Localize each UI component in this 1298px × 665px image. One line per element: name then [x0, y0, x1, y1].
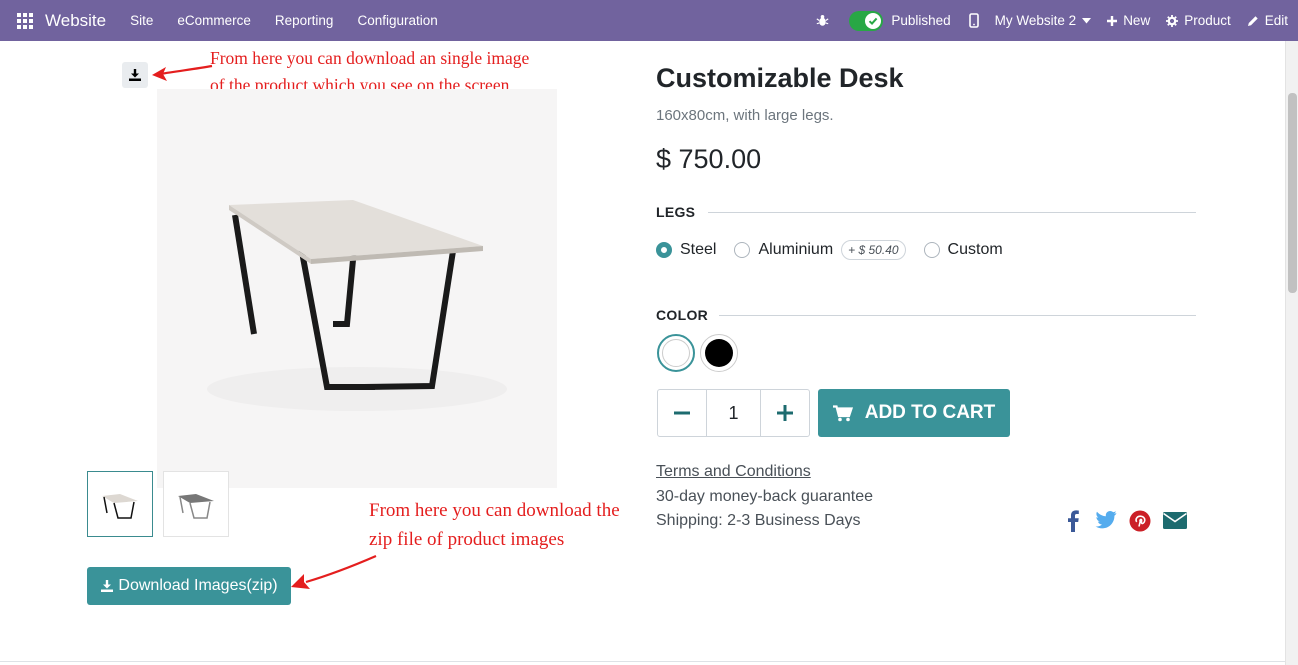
legs-option-label: Steel	[680, 241, 717, 258]
twitter-icon[interactable]	[1095, 510, 1117, 537]
scrollbar-thumb[interactable]	[1288, 93, 1297, 293]
annotation-zip-download: From here you can download the zip file …	[369, 496, 649, 554]
annotation-arrow-zip	[291, 554, 377, 589]
terms-and-conditions-link[interactable]: Terms and Conditions	[656, 463, 811, 481]
download-images-zip-label: Download Images(zip)	[118, 577, 278, 594]
color-divider	[719, 315, 1196, 316]
radio-selected-icon	[656, 242, 672, 258]
caret-down-icon	[1082, 17, 1092, 23]
product-button[interactable]: Product	[1166, 13, 1231, 28]
shipping-text: Shipping: 2-3 Business Days	[656, 512, 861, 529]
menu-configuration[interactable]: Configuration	[357, 13, 437, 28]
pinterest-icon[interactable]	[1129, 510, 1151, 537]
download-icon	[129, 69, 141, 81]
check-icon	[865, 12, 882, 29]
add-to-cart-button[interactable]: ADD TO CART	[818, 389, 1010, 437]
minus-icon	[674, 411, 690, 415]
pencil-icon	[1247, 15, 1258, 26]
legs-option-aluminium[interactable]: Aluminium	[734, 241, 833, 259]
website-selector-label: My Website 2	[994, 13, 1077, 28]
download-single-image-button[interactable]	[122, 62, 148, 88]
download-icon	[101, 580, 114, 592]
published-switch[interactable]	[849, 10, 884, 31]
gear-icon	[1166, 14, 1179, 27]
color-swatch-black[interactable]	[700, 334, 738, 372]
website-selector[interactable]: My Website 2	[995, 13, 1092, 28]
new-button[interactable]: New	[1107, 13, 1150, 28]
product-price: $ 750.00	[656, 144, 762, 174]
annotation-zip-line1: From here you can download the	[369, 500, 620, 521]
aluminium-extra-price-badge: + $ 50.40	[841, 240, 906, 260]
email-icon[interactable]	[1163, 510, 1187, 537]
apps-grid-icon[interactable]	[17, 12, 33, 29]
thumbnail-image-2[interactable]	[163, 471, 229, 537]
product-label: Product	[1184, 13, 1231, 28]
legs-option-label: Aluminium	[758, 241, 834, 258]
edit-button[interactable]: Edit	[1247, 13, 1288, 28]
quantity-stepper: 1	[657, 389, 810, 437]
menu-ecommerce[interactable]: eCommerce	[177, 13, 251, 28]
annotation-single-line1: From here you can download an single ima…	[210, 48, 530, 68]
download-images-zip-button[interactable]: Download Images(zip)	[87, 567, 291, 605]
quantity-input[interactable]: 1	[706, 390, 761, 436]
black-swatch-fill	[705, 339, 733, 367]
share-links	[1068, 510, 1187, 537]
edit-label: Edit	[1264, 13, 1288, 28]
radio-empty-icon	[734, 242, 751, 258]
white-swatch-fill	[662, 339, 690, 367]
color-attribute-label: COLOR	[656, 307, 709, 323]
facebook-icon[interactable]	[1068, 510, 1079, 537]
main-product-image[interactable]	[157, 89, 557, 488]
page-scrollbar[interactable]	[1285, 41, 1298, 665]
thumbnail-image-1[interactable]	[87, 471, 153, 537]
top-navbar: Website Site eCommerce Reporting Configu…	[0, 0, 1298, 41]
annotation-zip-line2: zip file of product images	[369, 529, 565, 550]
new-label: New	[1123, 13, 1151, 28]
guarantee-text: 30-day money-back guarantee	[656, 488, 874, 505]
bottom-divider	[0, 661, 1285, 662]
desk-thumbnail	[102, 494, 138, 519]
menu-reporting[interactable]: Reporting	[275, 13, 334, 28]
legs-option-custom[interactable]: Custom	[923, 241, 1003, 259]
published-label: Published	[891, 13, 951, 28]
legs-divider	[708, 212, 1196, 213]
legs-attribute-label: LEGS	[656, 204, 696, 220]
radio-empty-icon	[923, 242, 940, 258]
annotation-arrow-single	[152, 64, 213, 81]
debug-bug-icon[interactable]	[816, 14, 829, 27]
menu-site[interactable]: Site	[130, 13, 153, 28]
plus-icon	[777, 405, 793, 421]
app-brand[interactable]: Website	[45, 11, 106, 31]
legs-options: Steel Aluminium + $ 50.40 Custom	[656, 240, 1021, 260]
product-description: 160x80cm, with large legs.	[656, 107, 834, 124]
product-title: Customizable Desk	[656, 63, 904, 93]
publish-toggle[interactable]: Published	[849, 10, 951, 31]
decrease-quantity-button[interactable]	[658, 390, 706, 436]
legs-option-label: Custom	[947, 241, 1003, 258]
mobile-preview-icon[interactable]	[968, 13, 979, 28]
desk-image	[207, 200, 507, 411]
shopping-cart-icon	[832, 404, 853, 421]
plus-icon	[1107, 15, 1118, 26]
increase-quantity-button[interactable]	[761, 390, 809, 436]
desk-thumbnail	[178, 494, 214, 519]
color-swatch-white[interactable]	[657, 334, 695, 372]
legs-option-steel[interactable]: Steel	[656, 241, 716, 259]
add-to-cart-label: ADD TO CART	[864, 402, 996, 423]
